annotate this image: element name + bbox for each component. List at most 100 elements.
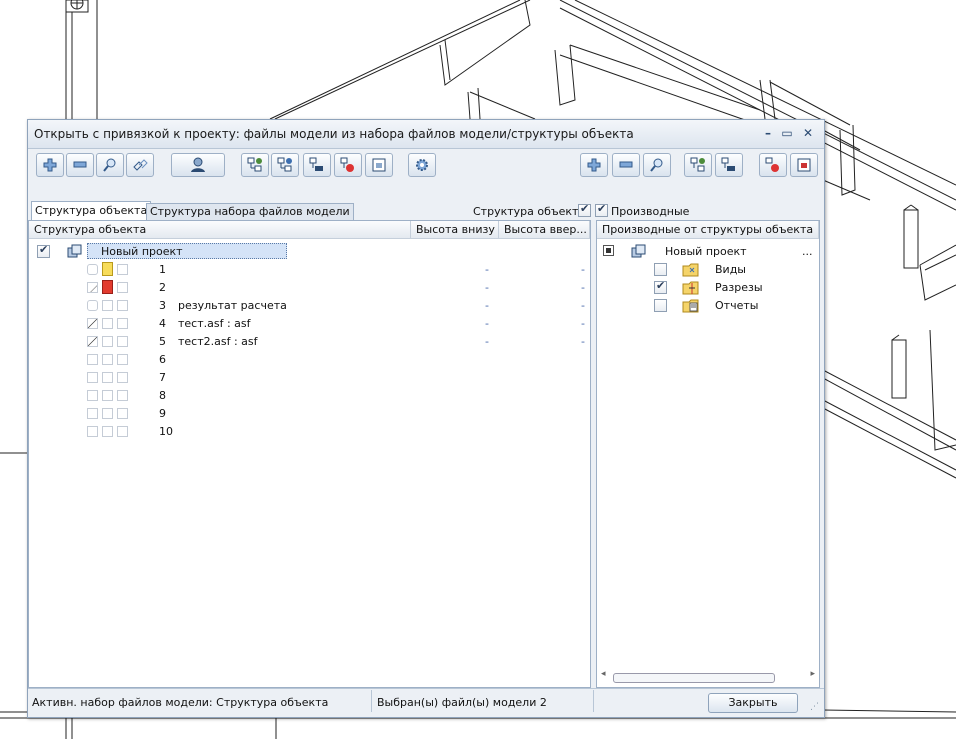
table-row[interactable]: 7 <box>29 368 590 386</box>
height-bottom-value[interactable]: - <box>485 263 489 276</box>
pen-icon[interactable] <box>87 318 98 329</box>
link-file-icon[interactable] <box>87 300 98 311</box>
search-button[interactable] <box>96 153 124 177</box>
height-bottom-value[interactable]: - <box>485 317 489 330</box>
resize-grip-icon[interactable]: ⋰ <box>810 702 819 712</box>
yellow-file-icon[interactable] <box>102 262 113 276</box>
row-name[interactable]: результат расчета <box>178 299 287 312</box>
derived-root-checkbox[interactable] <box>603 245 614 256</box>
settings-button[interactable] <box>408 153 436 177</box>
table-row[interactable]: 1 - - <box>29 260 590 278</box>
table-row[interactable]: 3 результат расчета - - <box>29 296 590 314</box>
tree-add-button[interactable] <box>241 153 269 177</box>
row-flag-box[interactable] <box>117 336 128 347</box>
layer-icon[interactable] <box>87 282 98 293</box>
row-flag-box[interactable] <box>87 408 98 419</box>
add-button[interactable] <box>36 153 64 177</box>
row-name[interactable]: тест2.asf : asf <box>178 335 258 348</box>
column-header-structure[interactable]: Структура объекта <box>29 221 411 239</box>
pen-icon[interactable] <box>87 336 98 347</box>
row-flag-box[interactable] <box>87 354 98 365</box>
derived-filter-checkbox[interactable] <box>595 202 608 217</box>
row-flag-box[interactable] <box>117 264 128 275</box>
tree-delete-button[interactable] <box>334 153 362 177</box>
table-row[interactable]: 2 - - <box>29 278 590 296</box>
sections-checkbox[interactable] <box>654 279 667 294</box>
derived-header[interactable]: Производные от структуры объекта <box>597 221 819 239</box>
remove-button[interactable] <box>66 153 94 177</box>
right-tree-delete-button[interactable] <box>759 153 787 177</box>
row-flag-box[interactable] <box>102 318 113 329</box>
root-row[interactable]: Новый проект <box>29 242 590 260</box>
derived-item-views[interactable]: Виды <box>597 260 819 278</box>
tab-object-structure[interactable]: Структура объекта <box>31 201 152 220</box>
table-row[interactable]: 10 <box>29 422 590 440</box>
height-top-value[interactable]: - <box>581 299 585 312</box>
right-search-button[interactable] <box>643 153 671 177</box>
structure-filter-checkbox[interactable] <box>578 202 591 217</box>
right-tree-export-button[interactable] <box>790 153 818 177</box>
right-add-button[interactable] <box>580 153 608 177</box>
title-bar[interactable]: Открыть с привязкой к проекту: файлы мод… <box>28 120 824 149</box>
row-flag-box[interactable] <box>102 354 113 365</box>
scroll-left-icon[interactable]: ◂ <box>601 669 606 679</box>
views-checkbox[interactable] <box>654 263 667 276</box>
row-flag-box[interactable] <box>117 282 128 293</box>
table-row[interactable]: 9 <box>29 404 590 422</box>
row-flag-box[interactable] <box>117 318 128 329</box>
tree-add-child-button[interactable] <box>271 153 299 177</box>
table-row[interactable]: 6 <box>29 350 590 368</box>
height-top-value[interactable]: - <box>581 317 585 330</box>
row-flag-box[interactable] <box>102 426 113 437</box>
right-remove-button[interactable] <box>612 153 640 177</box>
derived-item-sections[interactable]: Разрезы <box>597 278 819 296</box>
row-flag-box[interactable] <box>102 408 113 419</box>
row-flag-box[interactable] <box>102 390 113 401</box>
row-flag-box[interactable] <box>117 408 128 419</box>
height-top-value[interactable]: - <box>581 335 585 348</box>
height-bottom-value[interactable]: - <box>485 299 489 312</box>
row-flag-box[interactable] <box>102 300 113 311</box>
red-file-icon[interactable] <box>102 280 113 294</box>
tree-export-button[interactable] <box>365 153 393 177</box>
column-header-height-top[interactable]: Высота ввер... <box>499 221 590 239</box>
row-name[interactable]: тест.asf : asf <box>178 317 251 330</box>
row-flag-box[interactable] <box>102 336 113 347</box>
height-top-value[interactable]: - <box>581 263 585 276</box>
row-flag-box[interactable] <box>117 390 128 401</box>
link-file-icon[interactable] <box>87 264 98 275</box>
horizontal-scrollbar[interactable]: ◂ ▸ <box>601 669 815 683</box>
link-button[interactable] <box>126 153 154 177</box>
derived-root-more[interactable]: ... <box>802 245 813 258</box>
row-flag-box[interactable] <box>87 372 98 383</box>
row-flag-box[interactable] <box>117 354 128 365</box>
right-tree-add-button[interactable] <box>684 153 712 177</box>
minimize-icon[interactable]: – <box>760 125 776 141</box>
row-flag-box[interactable] <box>87 426 98 437</box>
reports-checkbox[interactable] <box>654 299 667 312</box>
row-flag-box[interactable] <box>117 426 128 437</box>
table-row[interactable]: 8 <box>29 386 590 404</box>
derived-root-row[interactable]: Новый проект ... <box>597 242 819 260</box>
tab-model-file-set-structure[interactable]: Структура набора файлов модели <box>146 203 354 220</box>
right-tree-move-button[interactable] <box>715 153 743 177</box>
user-assign-button[interactable] <box>171 153 225 177</box>
close-button[interactable]: Закрыть <box>708 693 798 713</box>
row-flag-box[interactable] <box>102 372 113 383</box>
scroll-right-icon[interactable]: ▸ <box>810 669 815 679</box>
row-flag-box[interactable] <box>87 390 98 401</box>
close-icon[interactable]: ✕ <box>800 125 816 141</box>
tree-move-button[interactable] <box>303 153 331 177</box>
height-bottom-value[interactable]: - <box>485 335 489 348</box>
table-row[interactable]: 4 тест.asf : asf - - <box>29 314 590 332</box>
row-flag-box[interactable] <box>117 372 128 383</box>
scrollbar-thumb[interactable] <box>613 673 775 683</box>
derived-item-reports[interactable]: Отчеты <box>597 296 819 314</box>
column-header-height-bottom[interactable]: Высота внизу <box>411 221 499 239</box>
height-bottom-value[interactable]: - <box>485 281 489 294</box>
maximize-icon[interactable]: ▭ <box>779 125 795 141</box>
root-checkbox[interactable] <box>37 243 50 258</box>
height-top-value[interactable]: - <box>581 281 585 294</box>
row-flag-box[interactable] <box>117 300 128 311</box>
table-row[interactable]: 5 тест2.asf : asf - - <box>29 332 590 350</box>
